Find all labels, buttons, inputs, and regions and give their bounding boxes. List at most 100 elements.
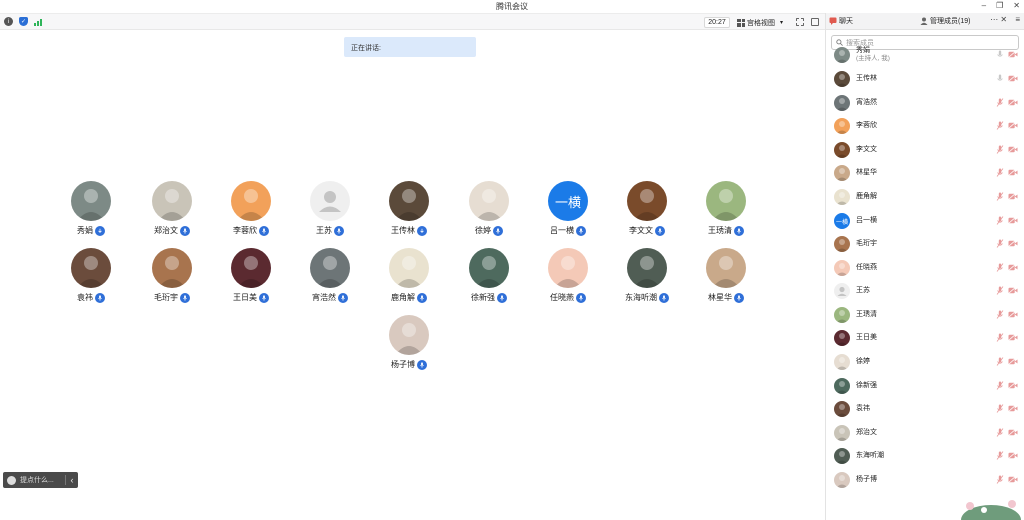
member-row[interactable]: 李蓉欣 (834, 116, 1020, 136)
mic-muted-icon[interactable] (996, 216, 1004, 225)
member-avatar (834, 425, 850, 441)
mic-muted-icon[interactable] (996, 381, 1004, 390)
camera-off-icon[interactable] (1008, 146, 1018, 153)
close-icon[interactable]: ✕ (1013, 1, 1020, 10)
mic-icon (576, 292, 586, 303)
camera-off-icon[interactable] (1008, 217, 1018, 224)
member-row[interactable]: 王琇清 (834, 305, 1020, 325)
camera-off-icon[interactable] (1008, 51, 1018, 58)
camera-off-icon[interactable] (1008, 358, 1018, 365)
shield-icon[interactable]: ✓ (19, 17, 28, 26)
feedback-box[interactable]: 提点什么... ‹ (3, 472, 78, 488)
mic-muted-icon[interactable] (996, 286, 1004, 295)
participant-tile[interactable]: 王传林 (369, 181, 449, 236)
mic-muted-icon[interactable] (996, 263, 1004, 272)
mic-icon[interactable] (996, 50, 1004, 59)
member-row[interactable]: 李文文 (834, 140, 1020, 160)
participant-tile[interactable]: 毛珩宇 (132, 248, 212, 303)
member-row[interactable]: 一横 吕一横 (834, 211, 1020, 231)
participant-tile[interactable]: 一横 吕一横 (528, 181, 608, 236)
mic-muted-icon[interactable] (996, 239, 1004, 248)
participant-tile[interactable]: 王日美 (211, 248, 291, 303)
chevron-left-icon[interactable]: ‹ (66, 475, 78, 485)
member-row[interactable]: 毛珩宇 (834, 234, 1020, 254)
participant-tile[interactable]: 任晓燕 (528, 248, 608, 303)
camera-off-icon[interactable] (1008, 240, 1018, 247)
member-avatar-initials: 一横 (835, 219, 848, 226)
mic-muted-icon[interactable] (996, 357, 1004, 366)
participant-tile[interactable]: 鹿角解 (369, 248, 449, 303)
fullscreen-icon[interactable] (796, 18, 804, 26)
participant-tile[interactable]: 徐新强 (449, 248, 529, 303)
member-row[interactable]: 秀娟 (主持人, 我) (834, 45, 1020, 65)
participant-tile[interactable]: 东海听潮 (607, 248, 687, 303)
member-row[interactable]: 袁祎 (834, 399, 1020, 419)
camera-off-icon[interactable] (1008, 75, 1018, 82)
camera-off-icon[interactable] (1008, 193, 1018, 200)
more-icon[interactable]: ⋯ (990, 15, 998, 24)
tab-chat[interactable]: 聊天 (829, 16, 853, 26)
member-row[interactable]: 杨子博 (834, 470, 1020, 490)
member-name-block: 郑治文 (856, 429, 877, 437)
camera-off-icon[interactable] (1008, 452, 1018, 459)
mic-muted-icon[interactable] (996, 404, 1004, 413)
member-row[interactable]: 郑治文 (834, 423, 1020, 443)
participant-tile[interactable]: 王苏 (290, 181, 370, 236)
camera-off-icon[interactable] (1008, 334, 1018, 341)
member-name-block: 袁祎 (856, 405, 870, 413)
member-row[interactable]: 王日美 (834, 328, 1020, 348)
member-row[interactable]: 徐婷 (834, 352, 1020, 372)
signal-icon[interactable] (34, 18, 42, 26)
side-panel-toggle-icon[interactable] (811, 18, 819, 26)
member-row[interactable]: 王传林 (834, 69, 1020, 89)
mic-muted-icon[interactable] (996, 451, 1004, 460)
camera-off-icon[interactable] (1008, 382, 1018, 389)
mic-muted-icon[interactable] (996, 168, 1004, 177)
mic-muted-icon[interactable] (996, 98, 1004, 107)
mic-muted-icon[interactable] (996, 192, 1004, 201)
mic-icon[interactable] (996, 74, 1004, 83)
participant-tile[interactable]: 林星华 (686, 248, 766, 303)
participant-tile[interactable]: 杨子博 (369, 315, 449, 370)
participant-tile[interactable]: 徐婷 (449, 181, 529, 236)
camera-off-icon[interactable] (1008, 476, 1018, 483)
camera-off-icon[interactable] (1008, 311, 1018, 318)
mic-muted-icon[interactable] (996, 121, 1004, 130)
restore-icon[interactable]: ❐ (996, 1, 1003, 10)
participant-tile[interactable]: 李蓉欣 (211, 181, 291, 236)
minimize-icon[interactable]: – (982, 1, 986, 10)
camera-off-icon[interactable] (1008, 122, 1018, 129)
participant-tile[interactable]: 宵浩然 (290, 248, 370, 303)
participant-tile[interactable]: 王琇清 (686, 181, 766, 236)
camera-off-icon[interactable] (1008, 264, 1018, 271)
close-panel-icon[interactable]: ✕ (1000, 15, 1007, 24)
member-row[interactable]: 东海听潮 (834, 446, 1020, 466)
camera-off-icon[interactable] (1008, 405, 1018, 412)
view-mode-button[interactable]: 宫格视图 ▾ (737, 17, 783, 28)
participant-name-row: 鹿角解 (369, 292, 449, 303)
camera-off-icon[interactable] (1008, 99, 1018, 106)
info-icon[interactable]: i (4, 17, 13, 26)
member-row[interactable]: 任晓燕 (834, 258, 1020, 278)
member-row[interactable]: 宵浩然 (834, 93, 1020, 113)
mic-muted-icon[interactable] (996, 428, 1004, 437)
festival-decoration-icon (961, 500, 1021, 520)
tab-manage-members[interactable]: 管理成员(19) (920, 16, 970, 26)
camera-off-icon[interactable] (1008, 287, 1018, 294)
camera-off-icon[interactable] (1008, 169, 1018, 176)
camera-off-icon[interactable] (1008, 429, 1018, 436)
participant-tile[interactable]: 秀娟 (51, 181, 131, 236)
mic-muted-icon[interactable] (996, 145, 1004, 154)
mic-muted-icon[interactable] (996, 310, 1004, 319)
participant-tile[interactable]: 袁祎 (51, 248, 131, 303)
participant-tile[interactable]: 郑治文 (132, 181, 212, 236)
member-row[interactable]: 林星华 (834, 163, 1020, 183)
member-row[interactable]: 王苏 (834, 281, 1020, 301)
participant-tile[interactable]: 李文文 (607, 181, 687, 236)
mic-muted-icon[interactable] (996, 475, 1004, 484)
member-row[interactable]: 鹿角解 (834, 187, 1020, 207)
mic-muted-icon[interactable] (996, 333, 1004, 342)
member-row[interactable]: 徐新强 (834, 376, 1020, 396)
avatar (627, 248, 667, 288)
menu-icon[interactable]: ≡ (1015, 15, 1020, 24)
